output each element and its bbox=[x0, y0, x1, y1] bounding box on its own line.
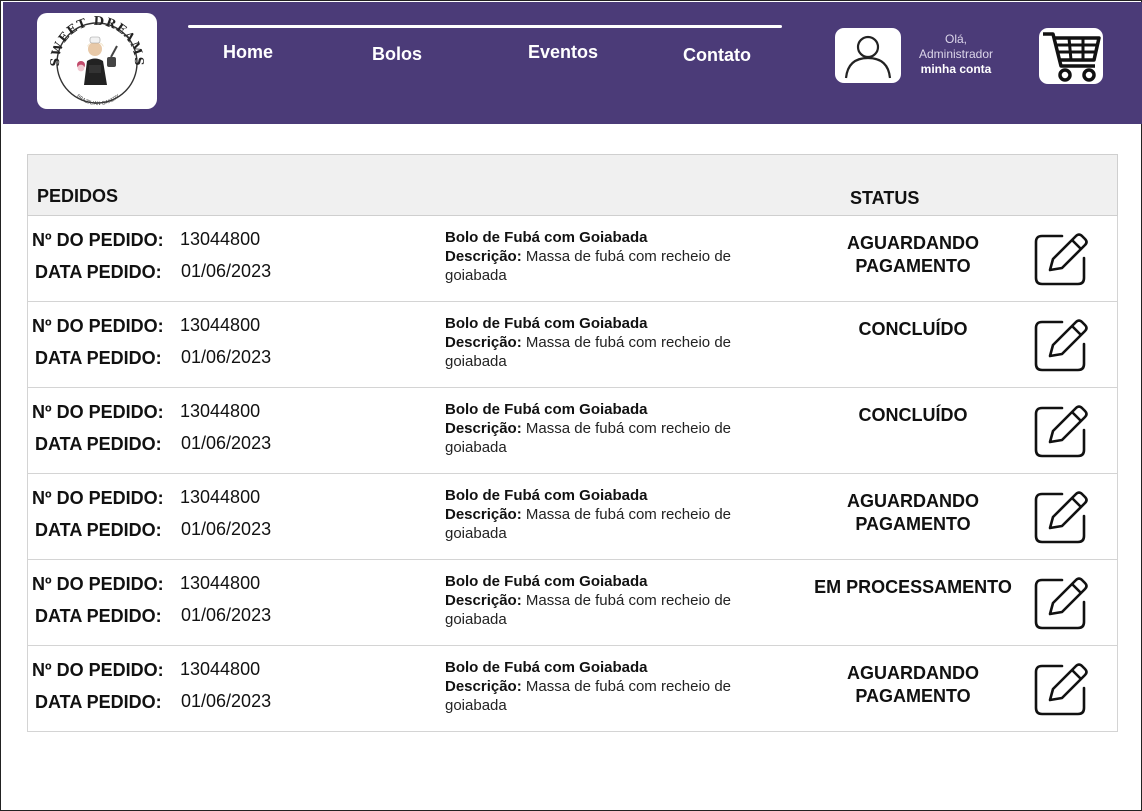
edit-order-button[interactable] bbox=[1032, 488, 1090, 546]
order-number-label: Nº DO PEDIDO: bbox=[32, 402, 164, 422]
status-badge: AGUARDANDO PAGAMENTO bbox=[847, 491, 979, 534]
nav-eventos[interactable]: Eventos bbox=[528, 42, 598, 63]
top-header: SWEET DREAMS BRAZILIAN BAKERY Home Bolos… bbox=[3, 2, 1142, 124]
description-label: Descrição: bbox=[445, 334, 522, 351]
user-role: Administrador bbox=[918, 47, 994, 61]
table-row: Nº DO PEDIDO: 13044800 DATA PEDIDO: 01/06/2… bbox=[27, 474, 1118, 560]
description-label: Descrição: bbox=[445, 420, 522, 437]
product-title: Bolo de Fubá com Goiabada bbox=[445, 487, 648, 504]
edit-icon bbox=[1034, 491, 1088, 544]
order-number-label: Nº DO PEDIDO: bbox=[32, 488, 164, 508]
edit-order-button[interactable] bbox=[1032, 574, 1090, 632]
order-number-value: 13044800 bbox=[180, 229, 261, 249]
product-info: Bolo de Fubá com Goiabada Descrição: Mass… bbox=[445, 314, 755, 371]
nav-contato[interactable]: Contato bbox=[683, 45, 751, 66]
product-title: Bolo de Fubá com Goiabada bbox=[445, 659, 648, 676]
order-date-value: 01/06/2023 bbox=[181, 261, 272, 281]
order-number-value: 13044800 bbox=[180, 401, 261, 421]
logo-subtext: BRAZILIAN BAKERY bbox=[75, 93, 122, 107]
status-badge: CONCLUÍDO bbox=[858, 405, 968, 425]
description-label: Descrição: bbox=[445, 248, 522, 265]
cart-button[interactable] bbox=[1039, 28, 1103, 84]
table-row: Nº DO PEDIDO: 13044800 DATA PEDIDO: 01/06/2… bbox=[27, 646, 1118, 732]
order-date-label: DATA PEDIDO: bbox=[35, 606, 162, 626]
description-label: Descrição: bbox=[445, 678, 522, 695]
order-date-label: DATA PEDIDO: bbox=[35, 348, 162, 368]
edit-icon bbox=[1034, 405, 1088, 458]
orders-table: PEDIDOS STATUS Nº DO PEDIDO: 13044800 DATA… bbox=[27, 154, 1118, 732]
nav-home[interactable]: Home bbox=[223, 42, 273, 63]
edit-order-button[interactable] bbox=[1032, 230, 1090, 288]
edit-order-button[interactable] bbox=[1032, 402, 1090, 460]
edit-icon bbox=[1034, 663, 1088, 716]
edit-icon bbox=[1034, 577, 1088, 630]
table-row: Nº DO PEDIDO: 13044800 DATA PEDIDO: 01/06/2… bbox=[27, 388, 1118, 474]
product-info: Bolo de Fubá com Goiabada Descrição: Mass… bbox=[445, 572, 755, 629]
brand-logo[interactable]: SWEET DREAMS BRAZILIAN BAKERY bbox=[37, 13, 157, 109]
header-status: STATUS bbox=[850, 188, 920, 208]
product-title: Bolo de Fubá com Goiabada bbox=[445, 401, 648, 418]
order-date-value: 01/06/2023 bbox=[181, 519, 272, 539]
order-date-label: DATA PEDIDO: bbox=[35, 262, 162, 282]
my-account-link[interactable]: minha conta bbox=[908, 62, 1004, 77]
order-date-label: DATA PEDIDO: bbox=[35, 434, 162, 454]
order-number-value: 13044800 bbox=[180, 487, 261, 507]
account-greeting: Olá, Administrador minha conta bbox=[908, 32, 1004, 77]
product-info: Bolo de Fubá com Goiabada Descrição: Mass… bbox=[445, 400, 755, 457]
order-date-label: DATA PEDIDO: bbox=[35, 692, 162, 712]
edit-icon bbox=[1034, 319, 1088, 372]
user-icon bbox=[844, 35, 892, 79]
status-badge: EM PROCESSAMENTO bbox=[814, 577, 1012, 597]
greeting-text: Olá, bbox=[944, 32, 967, 46]
nav-bolos[interactable]: Bolos bbox=[372, 44, 422, 65]
table-row: Nº DO PEDIDO: 13044800 DATA PEDIDO: 01/06/2… bbox=[27, 216, 1118, 302]
order-number-label: Nº DO PEDIDO: bbox=[32, 316, 164, 336]
svg-text:BRAZILIAN BAKERY: BRAZILIAN BAKERY bbox=[75, 93, 122, 107]
table-row: Nº DO PEDIDO: 13044800 DATA PEDIDO: 01/06/2… bbox=[27, 302, 1118, 388]
logo-emblem-icon: SWEET DREAMS BRAZILIAN BAKERY bbox=[48, 14, 145, 107]
user-avatar-button[interactable] bbox=[835, 28, 901, 83]
order-date-value: 01/06/2023 bbox=[181, 691, 272, 711]
order-number-value: 13044800 bbox=[180, 573, 261, 593]
order-date-value: 01/06/2023 bbox=[181, 347, 272, 367]
table-body: Nº DO PEDIDO: 13044800 DATA PEDIDO: 01/06/2… bbox=[27, 216, 1118, 732]
status-badge: AGUARDANDO PAGAMENTO bbox=[847, 233, 979, 276]
product-title: Bolo de Fubá com Goiabada bbox=[445, 315, 648, 332]
order-number-label: Nº DO PEDIDO: bbox=[32, 230, 164, 250]
order-date-value: 01/06/2023 bbox=[181, 605, 272, 625]
product-title: Bolo de Fubá com Goiabada bbox=[445, 573, 648, 590]
product-title: Bolo de Fubá com Goiabada bbox=[445, 229, 648, 246]
order-number-value: 13044800 bbox=[180, 659, 261, 679]
table-row: Nº DO PEDIDO: 13044800 DATA PEDIDO: 01/06/2… bbox=[27, 560, 1118, 646]
table-header: PEDIDOS STATUS bbox=[27, 154, 1118, 216]
edit-order-button[interactable] bbox=[1032, 660, 1090, 718]
edit-order-button[interactable] bbox=[1032, 316, 1090, 374]
description-label: Descrição: bbox=[445, 506, 522, 523]
order-number-value: 13044800 bbox=[180, 315, 261, 335]
description-label: Descrição: bbox=[445, 592, 522, 609]
order-number-label: Nº DO PEDIDO: bbox=[32, 574, 164, 594]
order-date-label: DATA PEDIDO: bbox=[35, 520, 162, 540]
order-date-value: 01/06/2023 bbox=[181, 433, 272, 453]
order-number-label: Nº DO PEDIDO: bbox=[32, 660, 164, 680]
product-info: Bolo de Fubá com Goiabada Descrição: Mass… bbox=[445, 486, 755, 543]
header-orders: PEDIDOS bbox=[37, 186, 119, 206]
status-badge: AGUARDANDO PAGAMENTO bbox=[847, 663, 979, 706]
nav-underline bbox=[188, 25, 782, 28]
cart-icon bbox=[1043, 32, 1101, 82]
product-info: Bolo de Fubá com Goiabada Descrição: Mass… bbox=[445, 228, 755, 285]
product-info: Bolo de Fubá com Goiabada Descrição: Mass… bbox=[445, 658, 755, 715]
edit-icon bbox=[1034, 233, 1088, 286]
status-badge: CONCLUÍDO bbox=[858, 319, 968, 339]
